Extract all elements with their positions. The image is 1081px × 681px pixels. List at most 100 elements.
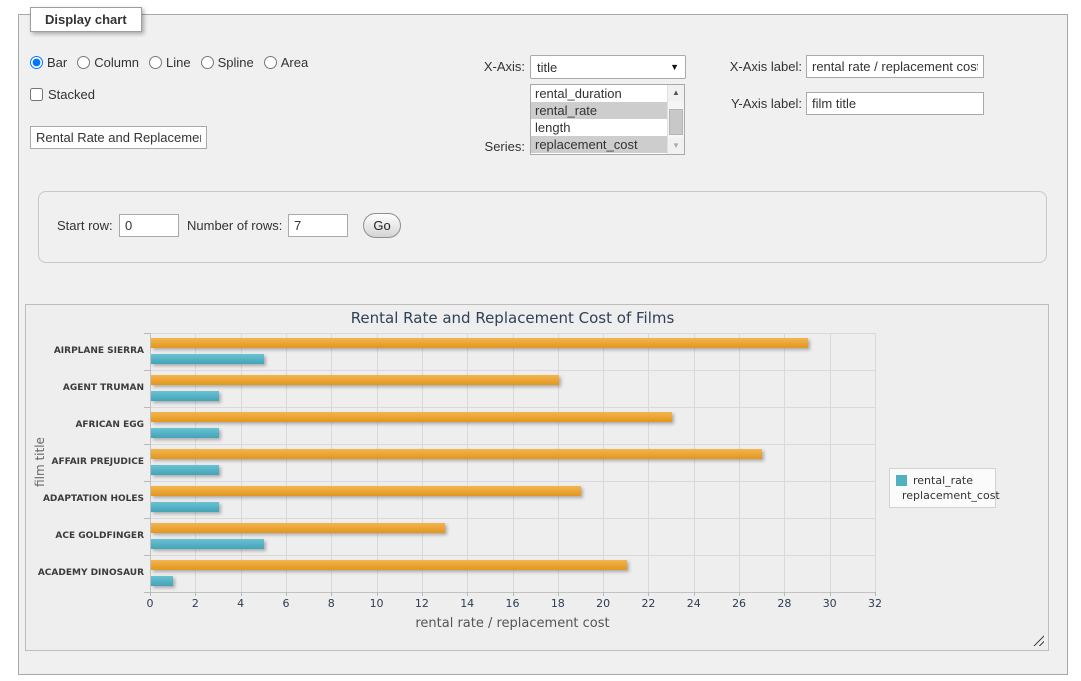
scrollbar-thumb[interactable] <box>669 109 683 135</box>
x-axis-tick-label: 4 <box>221 597 261 610</box>
gridline <box>830 333 831 592</box>
x-axis-tick-label: 26 <box>719 597 759 610</box>
display-chart-legend: Display chart <box>30 7 142 32</box>
series-scrollbar[interactable]: ▲ ▼ <box>667 85 684 154</box>
x-axis-tick <box>150 592 151 596</box>
x-axis-label-label: X-Axis label: <box>690 59 802 74</box>
gridline <box>422 333 423 592</box>
gridline <box>513 333 514 592</box>
resize-handle-icon[interactable] <box>1033 635 1044 646</box>
y-axis-title: film title <box>33 437 47 487</box>
x-axis-tick <box>694 592 695 596</box>
bar-rental_rate[interactable] <box>151 391 219 401</box>
gridline <box>286 333 287 592</box>
chart-type-radio-label: Spline <box>218 55 254 70</box>
legend-swatch-icon <box>896 475 907 486</box>
bar-replacement_cost[interactable] <box>151 449 762 459</box>
chart-type-radio-label: Column <box>94 55 139 70</box>
x-axis-title: rental rate / replacement cost <box>150 616 875 631</box>
display-chart-legend-text: Display chart <box>45 12 127 27</box>
x-axis-tick-label: 18 <box>538 597 578 610</box>
category-label: AFRICAN EGG <box>31 420 144 431</box>
bar-rental_rate[interactable] <box>151 576 173 586</box>
series-listbox[interactable]: rental_durationrental_ratelengthreplacem… <box>530 84 685 155</box>
category-label: AGENT TRUMAN <box>31 383 144 394</box>
x-axis-tick <box>603 592 604 596</box>
bar-replacement_cost[interactable] <box>151 523 445 533</box>
bar-rental_rate[interactable] <box>151 354 264 364</box>
scroll-up-icon[interactable]: ▲ <box>668 85 684 101</box>
chevron-down-icon: ▼ <box>670 62 679 72</box>
x-axis-tick-label: 8 <box>311 597 351 610</box>
start-row-input[interactable] <box>119 214 179 237</box>
category-label: ADAPTATION HOLES <box>31 494 144 505</box>
num-rows-input[interactable] <box>288 214 348 237</box>
x-axis-tick <box>739 592 740 596</box>
gridline <box>603 333 604 592</box>
bar-rental_rate[interactable] <box>151 539 264 549</box>
series-label: Series: <box>430 139 525 154</box>
series-options: rental_durationrental_ratelengthreplacem… <box>531 85 667 154</box>
x-axis-tick-label: 12 <box>402 597 442 610</box>
gridline <box>331 333 332 592</box>
gridline <box>784 333 785 592</box>
x-axis-tick-label: 24 <box>674 597 714 610</box>
gridline <box>648 333 649 592</box>
start-row-label: Start row: <box>57 218 113 233</box>
gridline <box>377 333 378 592</box>
bar-replacement_cost[interactable] <box>151 338 808 348</box>
x-axis-tick <box>875 592 876 596</box>
bar-replacement_cost[interactable] <box>151 560 627 570</box>
chart-type-radio-line[interactable] <box>149 56 162 69</box>
legend-item-rental_rate[interactable]: rental_rate <box>896 473 989 488</box>
scroll-down-icon[interactable]: ▼ <box>668 138 684 154</box>
y-axis-label-input[interactable] <box>806 92 984 115</box>
x-axis-label-input[interactable] <box>806 55 984 78</box>
chart-type-radio-column[interactable] <box>77 56 90 69</box>
chart-type-radio-bar[interactable] <box>30 56 43 69</box>
chart-title: Rental Rate and Replacement Cost of Film… <box>150 309 875 327</box>
x-axis-tick <box>422 592 423 596</box>
x-axis-tick <box>195 592 196 596</box>
x-axis-tick <box>558 592 559 596</box>
plot-area: 02468101214161820222426283032AIRPLANE SI… <box>150 333 875 592</box>
go-button[interactable]: Go <box>363 213 401 238</box>
gridline <box>467 333 468 592</box>
chart-type-radio-group: BarColumnLineSplineArea <box>30 55 308 70</box>
x-axis-tick <box>286 592 287 596</box>
category-label: ACE GOLDFINGER <box>31 531 144 542</box>
gridline <box>558 333 559 592</box>
chart-type-radio-label: Bar <box>47 55 67 70</box>
x-axis-tick <box>331 592 332 596</box>
x-axis-tick-label: 16 <box>493 597 533 610</box>
legend-item-replacement_cost[interactable]: replacement_cost <box>896 488 989 503</box>
x-axis-tick-label: 28 <box>764 597 804 610</box>
series-option-replacement_cost[interactable]: replacement_cost <box>531 136 667 153</box>
chart-type-radio-area[interactable] <box>264 56 277 69</box>
row-controls-panel: Start row: Number of rows: Go <box>38 191 1047 263</box>
bar-rental_rate[interactable] <box>151 502 219 512</box>
series-option-rental_duration[interactable]: rental_duration <box>531 85 667 102</box>
bar-rental_rate[interactable] <box>151 428 219 438</box>
bar-rental_rate[interactable] <box>151 465 219 475</box>
chart-legend: rental_ratereplacement_cost <box>889 468 996 508</box>
x-axis-tick <box>241 592 242 596</box>
x-axis-tick-label: 14 <box>447 597 487 610</box>
x-axis-select[interactable]: title ▼ <box>530 55 686 79</box>
chart-type-option-area: Area <box>264 55 308 70</box>
x-axis-tick <box>377 592 378 596</box>
chart-type-radio-spline[interactable] <box>201 56 214 69</box>
gridline <box>694 333 695 592</box>
bar-replacement_cost[interactable] <box>151 412 672 422</box>
stacked-checkbox[interactable] <box>30 88 43 101</box>
x-axis-label: X-Axis: <box>430 59 525 74</box>
chart-type-option-spline: Spline <box>201 55 254 70</box>
chart-title-input[interactable] <box>30 126 207 149</box>
series-option-length[interactable]: length <box>531 119 667 136</box>
gridline <box>150 333 151 592</box>
bar-replacement_cost[interactable] <box>151 375 559 385</box>
stacked-checkbox-row: Stacked <box>30 87 95 102</box>
bar-replacement_cost[interactable] <box>151 486 581 496</box>
x-axis-tick-label: 6 <box>266 597 306 610</box>
series-option-rental_rate[interactable]: rental_rate <box>531 102 667 119</box>
